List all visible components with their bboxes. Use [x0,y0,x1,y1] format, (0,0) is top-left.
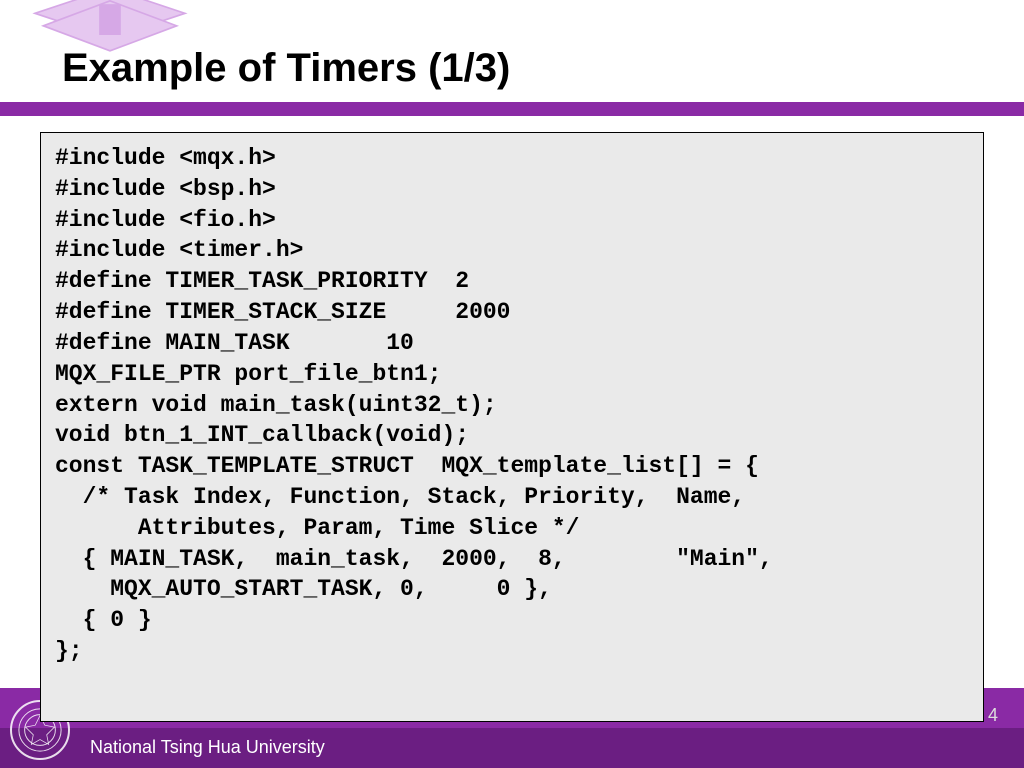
slide-title: Example of Timers (1/3) [62,46,510,91]
footer-text: National Tsing Hua University [90,737,325,758]
title-divider [0,102,1024,116]
code-block: #include <mqx.h> #include <bsp.h> #inclu… [40,132,984,722]
code-content: #include <mqx.h> #include <bsp.h> #inclu… [55,143,969,667]
slide-number: 4 [988,705,998,726]
